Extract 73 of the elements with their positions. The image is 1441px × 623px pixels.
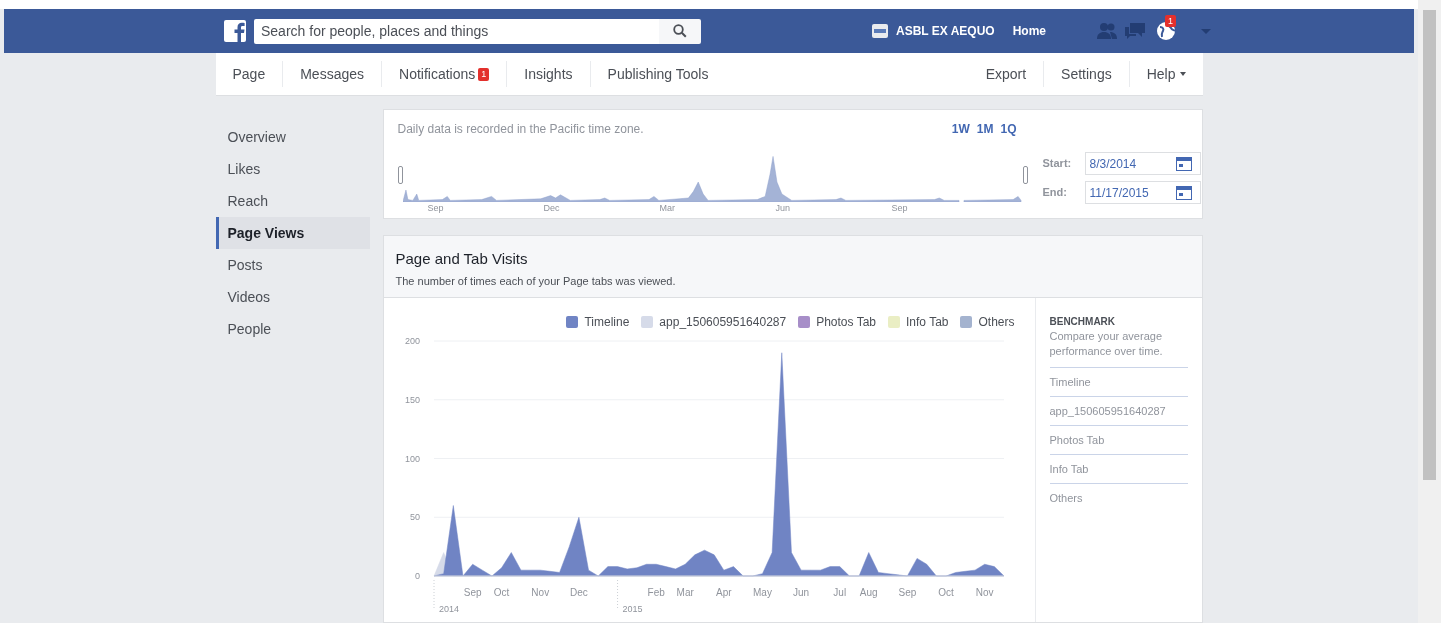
date-label: End: <box>1042 185 1068 201</box>
search-button[interactable] <box>659 18 701 44</box>
axis-tick-label: Jun <box>792 587 809 598</box>
home-link[interactable]: Home <box>1012 22 1047 40</box>
sidebar-item[interactable]: Likes <box>215 153 370 185</box>
scrollbar[interactable] <box>1418 0 1441 623</box>
range-preset-link[interactable]: 1Q <box>1000 120 1017 138</box>
date-field[interactable]: 11/17/2015 <box>1084 181 1201 204</box>
axis-tick-label: Nov <box>530 587 549 598</box>
page-nav-tab[interactable]: Page <box>215 63 283 85</box>
axis-tick-label: 200 <box>404 336 420 346</box>
legend-label: Info Tab <box>906 314 949 331</box>
axis-tick-label: 100 <box>404 453 420 464</box>
year-label: 2015 <box>622 604 643 614</box>
card-title: Page and Tab Visits <box>395 249 529 269</box>
page-nav-tab[interactable]: Publishing Tools <box>590 63 726 85</box>
year-label: 2014 <box>438 604 459 614</box>
axis-tick-label: Apr <box>715 587 732 598</box>
calendar-icon[interactable] <box>1175 185 1192 200</box>
card-subtitle: The number of times each of your Page tabs was viewed. <box>395 273 677 289</box>
page-name-link[interactable]: ASBL EX AEQUO <box>896 22 995 40</box>
caret-icon <box>1179 72 1186 76</box>
search-icon <box>673 24 687 38</box>
date-label: Start: <box>1042 156 1073 172</box>
notification-badge: 1 <box>1165 15 1177 27</box>
axis-tick-label: 50 <box>409 512 420 523</box>
page-nav-tab[interactable]: Messages <box>283 63 381 85</box>
axis-tick-label: 0 <box>414 571 420 581</box>
axis-label: Jun <box>775 202 791 215</box>
calendar-icon[interactable] <box>1175 156 1192 171</box>
sidebar-item[interactable]: Overview <box>215 121 370 153</box>
facebook-logo-icon[interactable] <box>224 20 246 42</box>
axis-tick-label: May <box>752 587 772 598</box>
legend-label: app_150605951640287 <box>659 314 787 331</box>
axis-tick-label: Sep <box>463 587 482 598</box>
axis-tick-label: Mar <box>676 587 694 598</box>
legend-label: Others <box>978 314 1015 331</box>
range-handle[interactable] <box>397 166 403 184</box>
page-icon[interactable] <box>871 22 889 40</box>
benchmark-description: Compare your average performance over time. <box>1049 329 1164 359</box>
axis-tick-label: Sep <box>898 587 916 598</box>
axis-tick-label: Aug <box>859 587 878 598</box>
legend-label: Photos Tab <box>816 314 876 331</box>
range-handle[interactable] <box>1022 166 1028 184</box>
sidebar-item[interactable]: Posts <box>215 249 370 281</box>
axis-tick-label: Nov <box>975 587 994 598</box>
axis-label: Mar <box>659 202 676 215</box>
legend-label: Timeline <box>584 314 630 331</box>
page-nav-link[interactable]: Settings <box>1044 63 1129 85</box>
axis-tick-label: 150 <box>404 394 420 405</box>
range-preset-link[interactable]: 1W <box>951 120 970 138</box>
page-nav-link[interactable]: Help <box>1129 63 1203 85</box>
sidebar-item[interactable]: Page Views <box>215 217 370 249</box>
sidebar-item[interactable]: People <box>215 313 370 345</box>
axis-tick-label: Dec <box>569 587 588 598</box>
axis-label: Sep <box>891 202 909 215</box>
page-nav-link[interactable]: Export <box>968 63 1044 85</box>
benchmark-title: BENCHMARK <box>1049 315 1117 329</box>
axis-tick-label: Oct <box>937 587 954 598</box>
search-field[interactable]: Search for people, places and things <box>254 18 659 44</box>
sidebar-item[interactable]: Videos <box>215 281 370 313</box>
axis-tick-label: Jul <box>832 587 846 598</box>
axis-tick-label: Oct <box>493 587 509 598</box>
notification-badge: 1 <box>478 67 490 81</box>
sidebar-item[interactable]: Reach <box>215 185 370 217</box>
page-nav-tab[interactable]: Insights <box>507 63 590 85</box>
page-nav-tab[interactable]: Notifications 1 <box>382 63 507 85</box>
date-field[interactable]: 8/3/2014 <box>1084 152 1201 175</box>
timezone-note: Daily data is recorded in the Pacific time zone. <box>397 121 644 138</box>
axis-label: Sep <box>427 202 445 215</box>
range-preset-link[interactable]: 1M <box>976 120 994 138</box>
axis-label: Dec <box>543 202 561 215</box>
axis-tick-label: Feb <box>647 587 665 598</box>
